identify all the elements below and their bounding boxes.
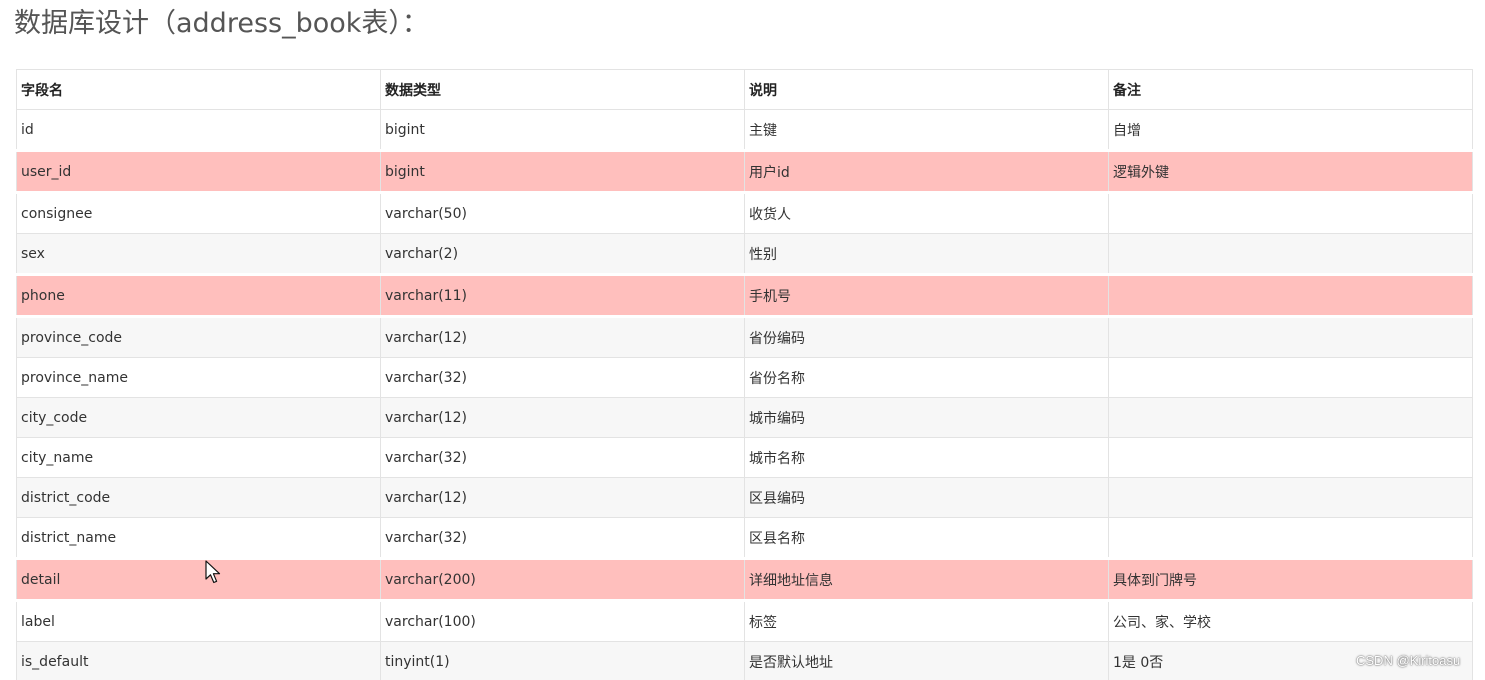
cell-desc: 详细地址信息 bbox=[744, 557, 1109, 602]
table-row: label varchar(100) 标签 公司、家、学校 bbox=[16, 600, 1473, 642]
cell-type: varchar(32) bbox=[380, 517, 745, 559]
cell-note bbox=[1108, 192, 1473, 234]
cell-desc: 城市名称 bbox=[744, 437, 1109, 478]
cell-type: varchar(12) bbox=[380, 397, 745, 438]
cell-note: 逻辑外键 bbox=[1108, 149, 1473, 194]
table-header-row: 字段名 数据类型 说明 备注 bbox=[16, 69, 1473, 110]
cell-note: 自增 bbox=[1108, 109, 1473, 151]
cell-note bbox=[1108, 437, 1473, 478]
cell-desc: 省份编码 bbox=[744, 316, 1109, 358]
header-description: 说明 bbox=[744, 69, 1109, 110]
cell-field: user_id bbox=[16, 149, 381, 194]
cell-note bbox=[1108, 316, 1473, 358]
cell-note bbox=[1108, 477, 1473, 518]
cell-type: varchar(200) bbox=[380, 557, 745, 602]
watermark: CSDN @Kiritoasu bbox=[1356, 653, 1461, 668]
cell-type: varchar(12) bbox=[380, 477, 745, 518]
page-title: 数据库设计（address_book表）： bbox=[14, 8, 429, 39]
cell-field: is_default bbox=[16, 641, 381, 680]
cell-type: varchar(32) bbox=[380, 437, 745, 478]
cell-note bbox=[1108, 273, 1473, 318]
cell-type: varchar(32) bbox=[380, 357, 745, 398]
cell-desc: 主键 bbox=[744, 109, 1109, 151]
table-body: id bigint 主键 自增 user_id bigint 用户id 逻辑外键 consi… bbox=[16, 109, 1473, 680]
cell-field: sex bbox=[16, 233, 381, 275]
table-row: province_name varchar(32) 省份名称 bbox=[16, 357, 1473, 398]
table-row: detail varchar(200) 详细地址信息 具体到门牌号 bbox=[16, 557, 1473, 602]
table-row: district_code varchar(12) 区县编码 bbox=[16, 477, 1473, 518]
cell-desc: 区县名称 bbox=[744, 517, 1109, 559]
cell-desc: 收货人 bbox=[744, 192, 1109, 234]
cell-type: varchar(50) bbox=[380, 192, 745, 234]
cell-type: varchar(2) bbox=[380, 233, 745, 275]
table-row: is_default tinyint(1) 是否默认地址 1是 0否 bbox=[16, 641, 1473, 680]
header-field-name: 字段名 bbox=[16, 69, 381, 110]
cell-type: varchar(11) bbox=[380, 273, 745, 318]
cell-field: district_code bbox=[16, 477, 381, 518]
table-row: sex varchar(2) 性别 bbox=[16, 233, 1473, 275]
header-note: 备注 bbox=[1108, 69, 1473, 110]
cell-desc: 省份名称 bbox=[744, 357, 1109, 398]
cell-note bbox=[1108, 517, 1473, 559]
cell-desc: 城市编码 bbox=[744, 397, 1109, 438]
cell-note bbox=[1108, 357, 1473, 398]
cell-field: city_name bbox=[16, 437, 381, 478]
cell-desc: 用户id bbox=[744, 149, 1109, 194]
address-book-schema-table: 字段名 数据类型 说明 备注 id bigint 主键 自增 user_id bigin… bbox=[16, 69, 1473, 680]
table-row: province_code varchar(12) 省份编码 bbox=[16, 316, 1473, 358]
cell-field: label bbox=[16, 600, 381, 642]
cell-type: varchar(12) bbox=[380, 316, 745, 358]
cell-note: 公司、家、学校 bbox=[1108, 600, 1473, 642]
cell-note: 具体到门牌号 bbox=[1108, 557, 1473, 602]
header-data-type: 数据类型 bbox=[380, 69, 745, 110]
table-row: id bigint 主键 自增 bbox=[16, 109, 1473, 151]
table-row: phone varchar(11) 手机号 bbox=[16, 273, 1473, 318]
cell-note bbox=[1108, 397, 1473, 438]
cell-type: bigint bbox=[380, 149, 745, 194]
cell-type: tinyint(1) bbox=[380, 641, 745, 680]
cell-desc: 标签 bbox=[744, 600, 1109, 642]
cell-type: varchar(100) bbox=[380, 600, 745, 642]
mouse-pointer-icon bbox=[205, 560, 221, 584]
cell-desc: 是否默认地址 bbox=[744, 641, 1109, 680]
cell-field: id bbox=[16, 109, 381, 151]
cell-note bbox=[1108, 233, 1473, 275]
cell-desc: 区县编码 bbox=[744, 477, 1109, 518]
cell-field: phone bbox=[16, 273, 381, 318]
cell-field: city_code bbox=[16, 397, 381, 438]
cell-field: province_name bbox=[16, 357, 381, 398]
cell-desc: 手机号 bbox=[744, 273, 1109, 318]
table-row: consignee varchar(50) 收货人 bbox=[16, 192, 1473, 234]
cell-field: detail bbox=[16, 557, 381, 602]
table-row: district_name varchar(32) 区县名称 bbox=[16, 517, 1473, 559]
cell-field: province_code bbox=[16, 316, 381, 358]
table-row: user_id bigint 用户id 逻辑外键 bbox=[16, 149, 1473, 194]
table-row: city_name varchar(32) 城市名称 bbox=[16, 437, 1473, 478]
cell-field: district_name bbox=[16, 517, 381, 559]
table-row: city_code varchar(12) 城市编码 bbox=[16, 397, 1473, 438]
cell-type: bigint bbox=[380, 109, 745, 151]
cell-field: consignee bbox=[16, 192, 381, 234]
cell-desc: 性别 bbox=[744, 233, 1109, 275]
